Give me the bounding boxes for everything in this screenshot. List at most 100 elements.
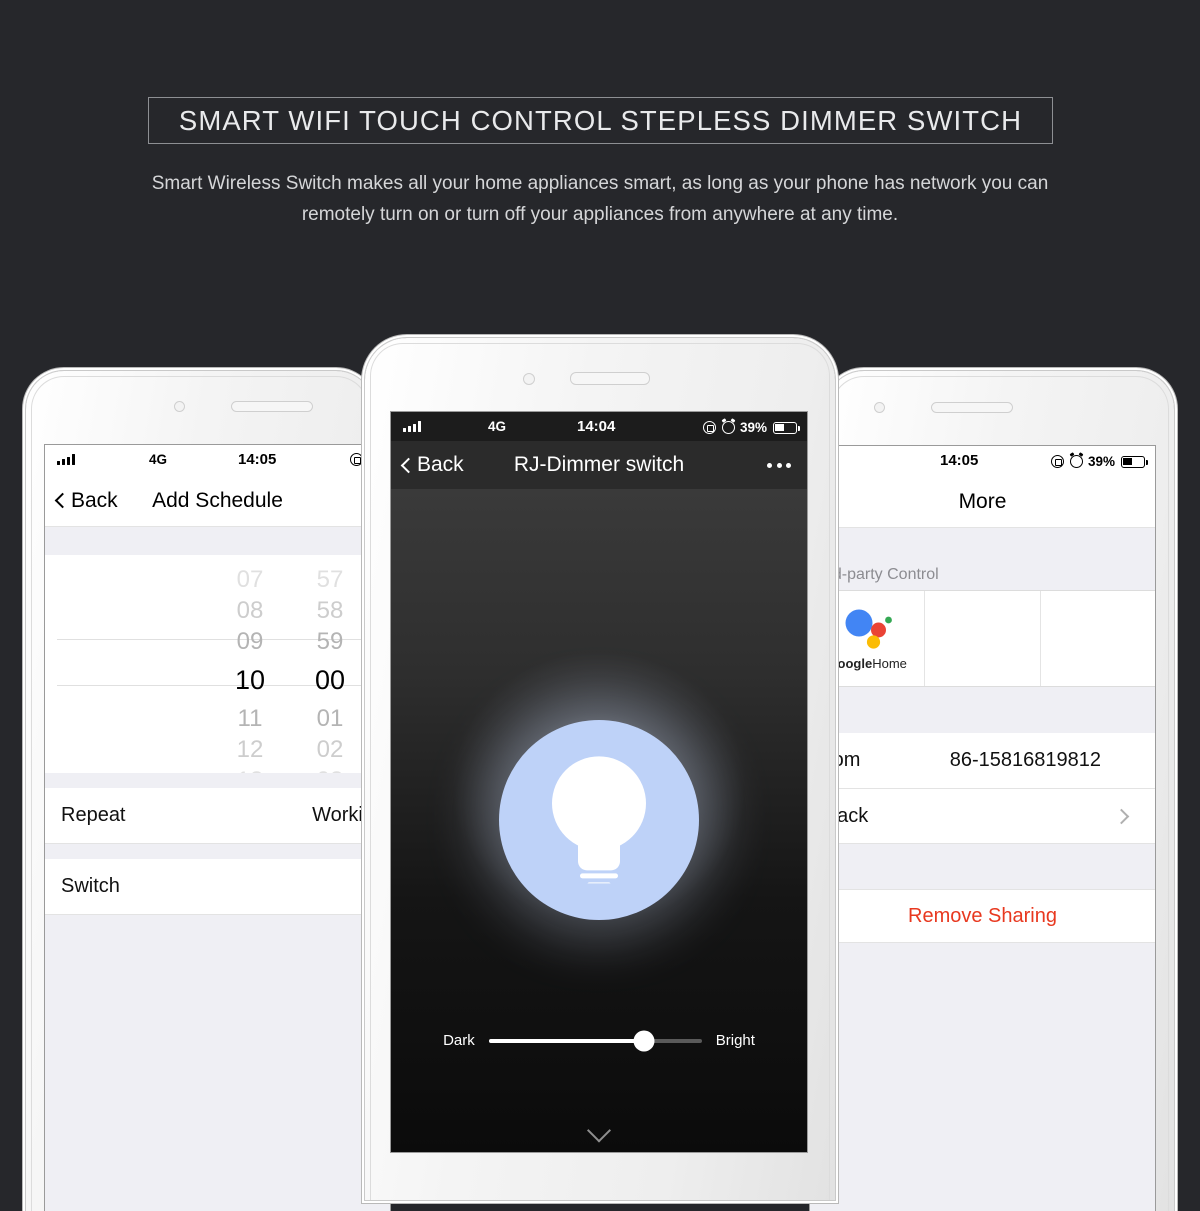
rotation-lock-icon [702,421,716,434]
phone-center: 4G 14:04 39% Back RJ-Dimmer switch Dark … [365,338,835,1200]
third-party-empty-slot[interactable] [1041,591,1155,686]
third-party-grid: GoogleHome [810,590,1155,687]
phone-left: 4G 14:05 Back Add Schedule 07 08 09 10 1… [26,371,390,1211]
rotation-lock-icon [350,453,363,466]
front-camera-icon [874,402,885,413]
phone-left-screen: 4G 14:05 Back Add Schedule 07 08 09 10 1… [45,445,390,1211]
nav-bar-left: Back Add Schedule [45,475,390,527]
battery-icon [1121,455,1148,468]
phone-right-bezel-top [826,371,1174,427]
rotation-lock-icon [1050,455,1064,468]
back-button[interactable]: Back [400,453,464,477]
alarm-icon [721,421,735,434]
google-assistant-icon [845,609,893,649]
status-right-group: 39% [1050,454,1148,469]
slider-min-label: Dark [443,1032,475,1049]
screen-title-right: More [958,489,1007,513]
minute-column[interactable]: 57 58 59 00 01 02 03 [290,555,370,773]
alarm-icon [1069,455,1083,468]
earpiece-speaker [231,401,313,412]
back-button[interactable]: Back [54,488,118,513]
page-title-box: SMART WIFI TOUCH CONTROL STEPLESS DIMMER… [148,97,1053,144]
spacer [45,844,390,859]
phone-center-screen: 4G 14:04 39% Back RJ-Dimmer switch Dark … [391,412,807,1152]
home-suffix-label: Home [872,656,907,671]
network-type-label: 4G [149,452,168,467]
picker-item[interactable]: 01 [290,703,370,734]
row-shared-from-value: 86-15816819812 [949,749,1101,771]
left-screen-filler [45,915,390,1211]
slider-fill [488,1038,645,1043]
picker-item[interactable]: 02 [290,734,370,765]
chevron-left-icon [54,492,71,509]
remove-sharing-label: Remove Sharing [908,904,1057,927]
signal-strength-icon [403,421,421,432]
chevron-left-icon [400,457,417,473]
phone-right: G 14:05 39% More ird-party Control [810,371,1174,1211]
dimmer-panel: Dark Bright [391,489,807,1152]
slider-max-label: Bright [715,1032,755,1049]
chevron-down-icon[interactable] [586,1118,612,1143]
brightness-slider[interactable] [488,1030,702,1051]
nav-bar-right: More [810,476,1155,528]
status-time: 14:05 [940,452,979,469]
right-screen-filler [810,943,1155,1211]
third-party-empty-slot[interactable] [925,591,1041,686]
status-time: 14:05 [238,451,277,468]
picker-item[interactable]: 03 [290,765,370,773]
time-picker[interactable]: 07 08 09 10 11 12 13 57 58 59 00 01 02 0… [45,555,390,773]
row-switch[interactable]: Switch [45,859,390,915]
status-bar-center: 4G 14:04 39% [391,412,807,441]
back-label: Back [71,488,118,512]
picker-item[interactable]: 57 [290,564,370,595]
google-home-label: GoogleHome [827,656,906,671]
spacer [810,844,1155,889]
chevron-right-icon [1113,808,1130,824]
network-type-label: 4G [488,419,507,434]
picker-item-selected[interactable]: 00 [290,657,370,703]
spacer [45,527,390,555]
picker-item[interactable]: 09 [210,626,290,657]
row-repeat-label: Repeat [61,804,126,826]
row-repeat[interactable]: Repeat Workin [45,788,390,844]
battery-percent: 39% [1087,454,1115,469]
picker-item[interactable]: 13 [210,765,290,773]
picker-item-selected[interactable]: 10 [210,657,290,703]
picker-item[interactable]: 58 [290,595,370,626]
row-shared-from: rom 86-15816819812 [810,733,1155,789]
battery-percent: 39% [739,420,767,435]
spacer [810,687,1155,733]
battery-icon [773,421,800,434]
remove-sharing-button[interactable]: Remove Sharing [810,889,1155,943]
phone-left-bezel-top [26,371,374,427]
spacer [45,773,390,788]
earpiece-speaker [931,402,1013,413]
row-feedback[interactable]: back [810,789,1155,844]
page-title: SMART WIFI TOUCH CONTROL STEPLESS DIMMER… [178,104,1023,136]
more-options-button[interactable] [767,463,791,468]
phone-right-screen: G 14:05 39% More ird-party Control [810,446,1155,1211]
spacer [810,528,1155,558]
front-camera-icon [523,373,535,385]
bulb-toggle-button[interactable] [499,720,699,920]
status-bar-right: G 14:05 39% [810,446,1155,476]
light-bulb-icon [552,756,646,884]
back-label: Back [417,453,464,476]
picker-item[interactable]: 12 [210,734,290,765]
slider-knob[interactable] [633,1030,655,1051]
picker-item[interactable]: 08 [210,595,290,626]
status-bar-left: 4G 14:05 [45,445,390,475]
page-subtitle: Smart Wireless Switch makes all your hom… [151,173,1049,225]
front-camera-icon [174,401,185,412]
nav-bar-center: Back RJ-Dimmer switch [391,441,807,489]
earpiece-speaker [570,372,650,385]
status-right-group: 39% [702,420,800,435]
phone-center-bezel-top [365,338,835,412]
row-switch-label: Switch [61,875,120,897]
status-time: 14:04 [577,418,616,435]
hour-column[interactable]: 07 08 09 10 11 12 13 [210,555,290,773]
picker-item[interactable]: 07 [210,564,290,595]
brightness-slider-row[interactable]: Dark Bright [391,1030,807,1051]
picker-item[interactable]: 11 [210,703,290,734]
picker-item[interactable]: 59 [290,626,370,657]
